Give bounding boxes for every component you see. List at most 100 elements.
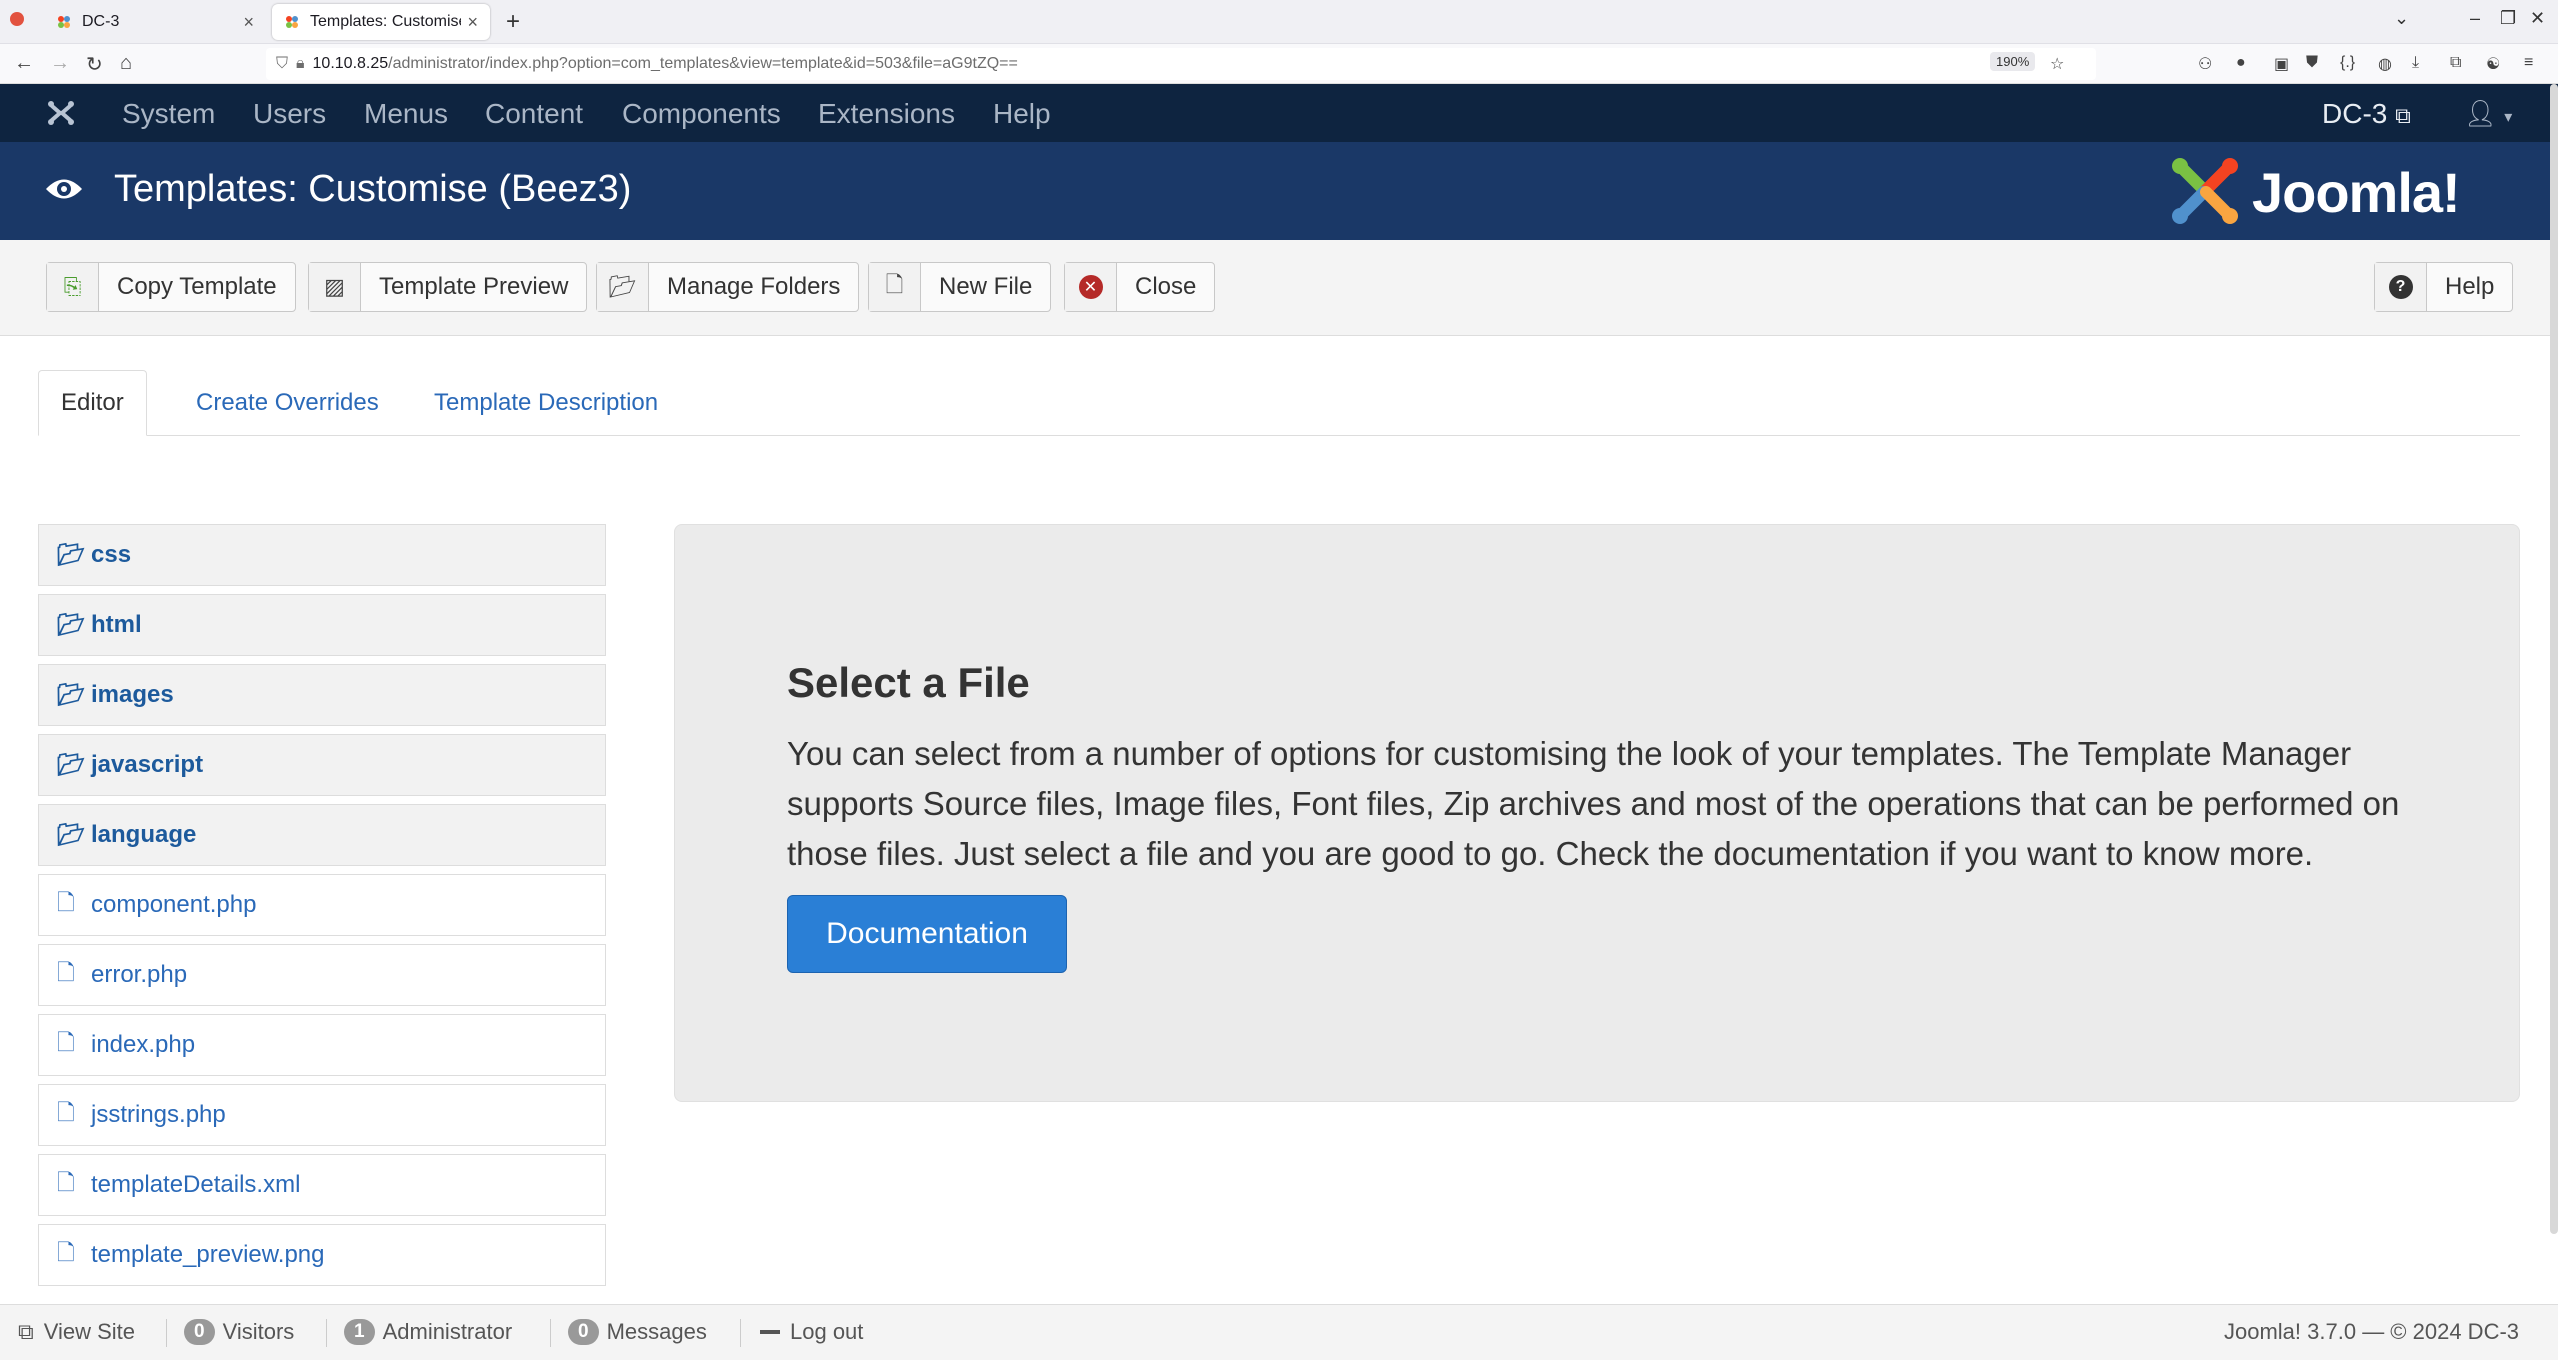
panel-description: You can select from a number of options … [787,735,2400,872]
folder-label: css [91,541,132,568]
external-link-icon: ⧉ [18,1319,34,1344]
new-file-button[interactable]: 🗋︎ New File [868,262,1052,312]
tab-create-overrides[interactable]: Create Overrides [174,370,401,436]
extension-icon[interactable]: ☯ [2486,54,2500,74]
menu-users[interactable]: Users [253,98,326,130]
manage-folders-button[interactable]: 📂︎ Manage Folders [596,262,860,312]
file-icon: 🗋︎ [57,1100,75,1125]
folder-open-icon: 📂︎ [57,822,85,847]
lock-icon[interactable]: 🔒︎ [296,55,305,73]
external-link-icon: ⧉ [2395,103,2411,128]
visitors-count-badge: 0 [184,1319,215,1345]
user-menu[interactable]: 👤︎ ▾ [2464,98,2512,129]
close-tab-icon[interactable]: × [243,12,254,33]
joomla-favicon-icon [58,16,70,28]
restore-icon[interactable]: ❐ [2500,8,2516,29]
view-site-link[interactable]: ⧉ View Site [18,1319,135,1345]
shield-icon[interactable]: ⛉ [276,55,288,73]
browser-tab-dc3[interactable]: DC-3 × [44,4,266,40]
folder-language[interactable]: 📂︎ language [38,804,606,866]
file-templatedetails-xml[interactable]: 🗋︎ templateDetails.xml [38,1154,606,1216]
help-button[interactable]: ? Help [2374,262,2514,312]
file-error-php[interactable]: 🗋︎ error.php [38,944,606,1006]
caret-down-icon: ▾ [2504,109,2513,126]
close-button[interactable]: ✕ Close [1064,262,1216,312]
admin-top-nav: System Users Menus Content Components Ex… [0,84,2558,142]
page-header: Templates: Customise (Beez3) Joomla! [0,142,2558,240]
menu-menus[interactable]: Menus [364,98,448,130]
copy-template-button[interactable]: ⎘ Copy Template [46,262,296,312]
button-label: Close [1135,273,1197,300]
file-index-php[interactable]: 🗋︎ index.php [38,1014,606,1076]
folder-html[interactable]: 📂︎ html [38,594,606,656]
logout-link[interactable]: Log out [760,1319,863,1345]
browser-tab-templates[interactable]: Templates: Customise (Be × [272,4,490,40]
folder-css[interactable]: 📂︎ css [38,524,606,586]
file-jsstrings-php[interactable]: 🗋︎ jsstrings.php [38,1084,606,1146]
zoom-level[interactable]: 190% [1990,52,2036,71]
visitors-status[interactable]: 0 Visitors [184,1319,294,1345]
extensions-puzzle-icon[interactable]: ⧉ [2450,54,2461,72]
footer-copyright: Joomla! 3.7.0 — © 2024 DC-3 [2224,1319,2520,1344]
list-tabs-icon[interactable]: ⌄ [2394,8,2409,29]
administrator-status[interactable]: 1 Administrator [344,1319,512,1345]
file-label: error.php [91,961,188,988]
file-component-php[interactable]: 🗋︎ component.php [38,874,606,936]
file-label: jsstrings.php [91,1101,226,1128]
folder-open-icon: 📂︎ [57,682,85,707]
json-icon[interactable]: {.} [2340,54,2355,72]
bookmark-star-icon[interactable]: ☆ [2050,54,2064,74]
messages-label: Messages [606,1319,707,1344]
extension-icon[interactable]: ◍ [2378,54,2392,74]
window-close-icon[interactable]: ✕ [2530,8,2545,29]
menu-help[interactable]: Help [993,98,1051,130]
site-link[interactable]: DC-3 ⧉ [2322,98,2411,130]
folder-javascript[interactable]: 📂︎ javascript [38,734,606,796]
folder-label: language [91,821,197,848]
select-file-panel: Select a File You can select from a numb… [674,524,2520,1102]
toolbar: ⎘ Copy Template ▨ Template Preview 📂︎ Ma… [0,240,2558,336]
downloads-icon[interactable]: ⤓ [2412,54,2419,72]
folder-label: html [91,611,142,638]
messages-status[interactable]: 0 Messages [568,1319,707,1345]
menu-components[interactable]: Components [622,98,781,130]
firefox-view-icon[interactable] [10,12,24,26]
menu-extensions[interactable]: Extensions [818,98,955,130]
new-tab-icon[interactable]: + [506,8,520,36]
forward-icon[interactable]: → [50,52,70,75]
menu-content[interactable]: Content [485,98,583,130]
site-label: DC-3 [2322,98,2388,129]
cookie-icon[interactable]: ● [2236,54,2246,72]
page-scrollbar[interactable] [2550,84,2558,1234]
tab-template-description[interactable]: Template Description [412,370,680,436]
button-label: Help [2445,273,2495,300]
close-circle-icon: ✕ [1065,263,1117,311]
url-bar[interactable]: ⛉ 🔒︎ 10.10.8.25/administrator/index.php?… [266,48,2096,80]
menu-icon[interactable]: ≡ [2524,54,2533,72]
documentation-button[interactable]: Documentation [787,895,1067,973]
reload-icon[interactable]: ↻ [86,52,103,77]
template-preview-button[interactable]: ▨ Template Preview [308,262,588,312]
page-title: Templates: Customise (Beez3) [114,168,632,210]
user-icon: 👤︎ [2464,98,2498,128]
folder-images[interactable]: 📂︎ images [38,664,606,726]
tab-editor[interactable]: Editor [38,370,147,436]
back-icon[interactable]: ← [14,52,34,75]
minimize-icon[interactable]: – [2470,8,2480,29]
joomla-logo-icon[interactable] [44,98,78,128]
extension-icon[interactable]: ▣ [2274,54,2289,74]
close-tab-icon[interactable]: × [467,12,478,33]
visitors-label: Visitors [222,1319,295,1344]
copy-icon: ⎘ [47,263,99,311]
browser-tabbar: DC-3 × Templates: Customise (Be × + ⌄ – … [0,0,2558,44]
home-icon[interactable]: ⌂ [120,52,132,75]
file-template-preview-png[interactable]: 🗋︎ template_preview.png [38,1224,606,1286]
divider [166,1319,167,1347]
extension-icon[interactable]: ⛊ [2306,54,2318,72]
view-site-label: View Site [43,1319,136,1344]
file-icon: 🗋︎ [57,1170,75,1195]
menu-system[interactable]: System [122,98,215,130]
joomla-logo-icon [2172,158,2238,224]
extension-icon[interactable]: ⚇ [2198,54,2212,74]
divider [740,1319,741,1347]
